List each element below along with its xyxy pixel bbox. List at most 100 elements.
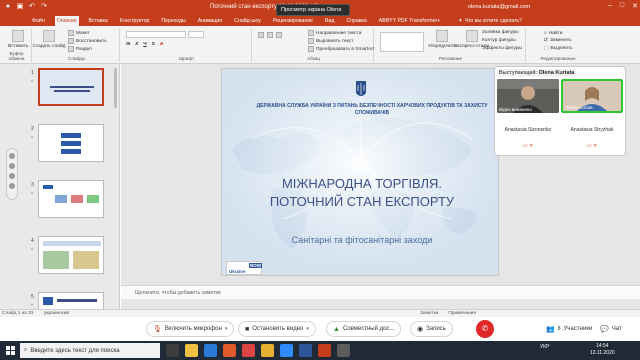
replace-icon: ⇄ <box>544 38 549 43</box>
shape-effects-button[interactable]: Эффекты фигуры <box>482 46 522 51</box>
new-slide-button[interactable]: Создать слайд <box>33 30 65 49</box>
tab-animations[interactable]: Анимация <box>196 18 224 24</box>
ribbon: Вставить Буфер обмена Создать слайд Маке… <box>0 26 640 64</box>
smartart-icon <box>308 46 314 52</box>
app-icon[interactable] <box>337 344 350 357</box>
word-icon[interactable] <box>299 344 312 357</box>
participants-button[interactable]: 👥 8 Участники <box>540 321 599 337</box>
tab-design[interactable]: Конструктор <box>118 18 152 24</box>
tab-review[interactable]: Рецензирование <box>271 18 315 24</box>
tab-view[interactable]: Вид <box>323 18 336 24</box>
indent-icon[interactable] <box>276 32 282 38</box>
clock-date: 13.11.2020 <box>590 350 615 356</box>
participant-status-1: ▭ ✕ <box>497 143 559 149</box>
thumbnail-slide-4[interactable]: 4 * <box>0 236 110 286</box>
office-icon[interactable] <box>223 344 236 357</box>
notes-toggle[interactable]: Заметки <box>420 311 438 316</box>
close-icon[interactable]: ✕ <box>632 2 638 10</box>
opera-icon[interactable] <box>242 344 255 357</box>
annotate-pen-icon[interactable] <box>9 153 15 159</box>
tell-me-search[interactable]: ✦ Что вы хотите сделать? <box>458 18 522 24</box>
tab-transitions[interactable]: Переходы <box>159 18 187 24</box>
search-icon: ⌕ <box>24 347 28 353</box>
bullets-icon[interactable] <box>258 32 264 38</box>
thumbnail-image <box>38 180 104 218</box>
task-view-icon[interactable] <box>166 344 179 357</box>
chevron-down-icon[interactable]: ▾ <box>306 326 309 332</box>
notes-pane[interactable]: Щелкните, чтобы добавить заметки <box>121 285 640 299</box>
record-button[interactable]: ◉ Запись <box>410 321 453 337</box>
tab-file[interactable]: Файл <box>30 18 47 24</box>
taskbar-search-box[interactable]: ⌕ Введите здесь текст для поиска <box>20 343 160 358</box>
maximize-icon[interactable]: □ <box>620 2 624 10</box>
file-explorer-icon[interactable] <box>185 344 198 357</box>
language-indicator[interactable]: украинский <box>44 311 69 316</box>
save-icon[interactable]: ▣ <box>16 3 24 11</box>
smartart-button[interactable]: Преобразовать в SmartArt <box>308 46 374 52</box>
slide-counter: Слайд 1 из 33 <box>2 311 34 316</box>
font-color-icon[interactable]: A <box>160 42 163 47</box>
language-tray[interactable]: УКР <box>540 344 549 350</box>
zoom-share-banner[interactable]: Просмотр экрана Olena Kuri... <box>276 4 350 23</box>
shape-outline-button[interactable]: Контур фигуры <box>482 38 516 43</box>
stop-video-button[interactable]: ■ Остановить видео ▾ <box>238 321 316 337</box>
arrange-button[interactable]: Упорядочить <box>428 30 457 49</box>
undo-icon[interactable]: ↶ <box>28 3 36 11</box>
slide-title-line-2: ПОТОЧНИЙ СТАН ЕКСПОРТУ <box>269 194 455 209</box>
tab-home[interactable]: Главная <box>54 16 79 26</box>
comments-toggle[interactable]: Примечания <box>448 311 476 316</box>
participant-video-2[interactable]: Olena Kuriata <box>561 79 623 113</box>
zoom-icon[interactable] <box>280 344 293 357</box>
find-button[interactable]: ⌕ Найти <box>544 30 562 37</box>
shape-fill-button[interactable]: Заливка фигуры <box>482 30 519 35</box>
annotate-more-icon[interactable] <box>9 183 15 189</box>
unmute-button[interactable]: 🎙 Включить микрофон ▾ <box>146 321 235 337</box>
tab-abbyy[interactable]: ABBYY PDF Transformer+ <box>377 18 442 24</box>
autosave-icon[interactable]: ● <box>4 3 12 11</box>
chat-button[interactable]: 💬 Чат <box>594 321 628 337</box>
font-name-box[interactable] <box>126 31 186 38</box>
numbering-icon[interactable] <box>267 32 273 38</box>
thumbnail-slide-5[interactable]: 5 * <box>0 292 110 309</box>
tab-insert[interactable]: Вставка <box>87 18 110 24</box>
thumbnail-number: 3 <box>31 182 34 188</box>
thumbnail-scrollbar[interactable] <box>114 68 117 108</box>
current-slide[interactable]: ДЕРЖАВНА СЛУЖБА УКРАЇНИ З ПИТАНЬ БЕЗПЕЧН… <box>221 68 499 276</box>
shapes-gallery[interactable] <box>380 32 424 52</box>
annotate-pointer-icon[interactable] <box>9 163 15 169</box>
share-screen-button[interactable]: ▲ Совместный дос... <box>326 321 402 337</box>
chrome-icon[interactable] <box>261 344 274 357</box>
redo-icon[interactable]: ↷ <box>40 3 48 11</box>
end-call-icon[interactable]: ✆ <box>476 320 494 338</box>
layout-button[interactable]: Макет <box>68 30 90 36</box>
font-size-box[interactable] <box>188 31 204 38</box>
underline-icon[interactable]: Ч <box>143 42 146 47</box>
chevron-down-icon[interactable]: ▾ <box>225 326 228 332</box>
powerpoint-icon[interactable] <box>318 344 331 357</box>
section-button[interactable]: Раздел <box>68 46 92 52</box>
new-slide-icon <box>43 30 55 42</box>
account-email[interactable]: olena.kuriata@gmail.com <box>468 4 530 10</box>
annotate-eraser-icon[interactable] <box>9 173 15 179</box>
paste-button[interactable]: Вставить <box>8 30 28 49</box>
replace-button[interactable]: ⇄ Заменить <box>544 38 572 43</box>
edge-icon[interactable] <box>204 344 217 357</box>
tab-help[interactable]: Справка <box>344 18 368 24</box>
select-button[interactable]: ⬚ Выделить <box>544 46 573 51</box>
reset-button[interactable]: Восстановить <box>68 38 107 44</box>
font-format-buttons: ЖКЧ SA <box>126 42 163 47</box>
thumbnail-slide-1[interactable]: 1 * <box>0 68 110 118</box>
taskbar-clock[interactable]: 14:54 13.11.2020 <box>590 343 615 357</box>
camera-icon: ■ <box>245 325 250 333</box>
thumbnail-image <box>38 292 104 309</box>
minimize-icon[interactable]: – <box>608 2 612 10</box>
text-direction-button[interactable]: Направление текста <box>308 30 361 36</box>
italic-icon[interactable]: К <box>135 42 138 47</box>
strikethrough-icon[interactable]: S <box>152 42 155 47</box>
bold-icon[interactable]: Ж <box>126 42 130 47</box>
participants-icon: 👥 <box>546 326 555 333</box>
windows-start-icon[interactable] <box>6 346 15 355</box>
align-text-button[interactable]: Выровнять текст <box>308 38 353 44</box>
tab-slideshow[interactable]: Слайд-шоу <box>232 18 263 24</box>
participant-video-1[interactable]: Відео вимкнено <box>497 79 559 113</box>
